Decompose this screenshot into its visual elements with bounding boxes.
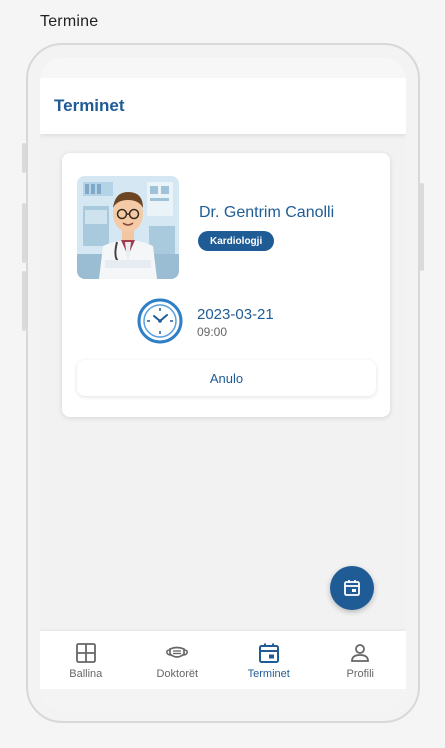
appointment-date: 2023-03-21 <box>197 306 274 323</box>
grid-icon <box>75 642 96 663</box>
phone-side-button <box>420 183 424 271</box>
bottom-navigation: Ballina Doktorët Terminet Profili <box>40 631 406 689</box>
phone-side-button <box>22 143 26 173</box>
nav-item-doktoret[interactable]: Doktorët <box>132 631 224 689</box>
nav-label: Terminet <box>247 667 290 680</box>
doctor-avatar <box>77 176 179 279</box>
specialty-badge: Kardiologji <box>198 231 275 251</box>
doctor-name: Dr. Gentrim Canolli <box>199 204 335 221</box>
phone-side-button <box>22 271 26 331</box>
nav-item-terminet[interactable]: Terminet <box>223 631 315 689</box>
cancel-appointment-button[interactable]: Anulo <box>77 360 376 396</box>
app-bar: Terminet <box>40 78 406 134</box>
frame-label: Termine <box>40 13 99 30</box>
appointment-card: Dr. Gentrim Canolli Kardiologji 2023-03-… <box>62 153 390 417</box>
calendar-icon <box>344 580 360 596</box>
nav-item-profili[interactable]: Profili <box>315 631 407 689</box>
appointment-time: 09:00 <box>197 325 228 339</box>
person-icon <box>351 643 370 662</box>
app-screen: Terminet Dr. Gentrim Canolli Kardiologji… <box>40 58 406 710</box>
calendar-icon <box>258 643 279 663</box>
page-title: Terminet <box>54 96 125 115</box>
gesture-bar-area <box>40 689 406 710</box>
nav-label: Doktorët <box>156 667 199 680</box>
nav-item-ballina[interactable]: Ballina <box>40 631 132 689</box>
mask-icon <box>166 646 189 658</box>
status-bar <box>40 58 406 78</box>
new-appointment-button[interactable] <box>330 566 374 610</box>
clock-icon <box>137 298 183 344</box>
nav-label: Profili <box>346 667 374 680</box>
phone-side-button <box>22 203 26 263</box>
phone-frame: Terminet Dr. Gentrim Canolli Kardiologji… <box>22 43 424 723</box>
nav-label: Ballina <box>69 667 103 680</box>
